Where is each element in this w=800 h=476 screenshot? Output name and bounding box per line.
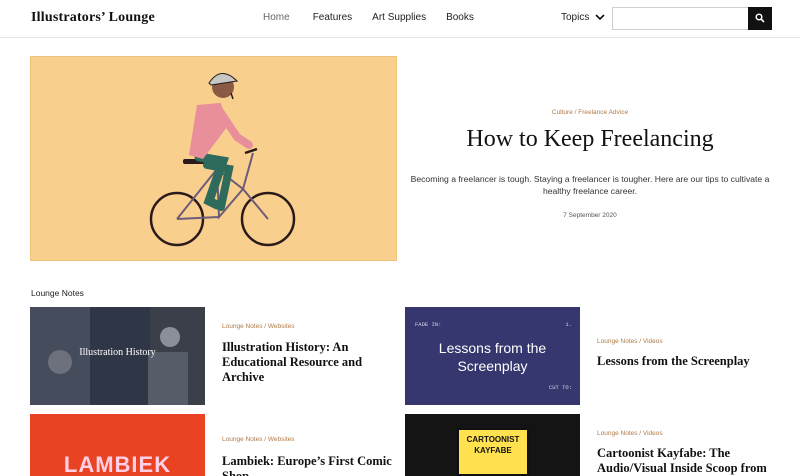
main-nav: Home Features Art Supplies Books <box>263 12 474 23</box>
card-thumbnail[interactable]: LAMBIEK <box>30 414 205 476</box>
search-button[interactable] <box>748 7 772 30</box>
card-thumbnail[interactable]: Illustration History <box>30 307 205 405</box>
hero-title[interactable]: How to Keep Freelancing <box>404 126 776 153</box>
nav-home[interactable]: Home <box>263 12 290 23</box>
card-title[interactable]: Lessons from the Screenplay <box>597 354 777 369</box>
nav-features[interactable]: Features <box>313 12 352 23</box>
thumb-corner-text: 1. <box>565 321 572 328</box>
card-category[interactable]: Lounge Notes / Videos <box>597 430 663 437</box>
hero-illustration[interactable] <box>30 56 397 261</box>
hero-date: 7 September 2020 <box>563 212 617 219</box>
topics-dropdown[interactable]: Topics <box>561 12 605 23</box>
thumb-corner-text: FADE IN: <box>415 321 442 328</box>
search-icon <box>755 10 765 28</box>
site-logo[interactable]: Illustrators’ Lounge <box>31 10 155 26</box>
card-title[interactable]: Illustration History: An Educational Res… <box>222 340 382 385</box>
thumb-corner-text: CUT TO: <box>548 384 572 391</box>
site-header: Illustrators’ Lounge Home Features Art S… <box>0 0 800 38</box>
card-title[interactable]: Cartoonist Kayfabe: The Audio/Visual Ins… <box>597 446 777 476</box>
nav-books[interactable]: Books <box>446 12 474 23</box>
card-title[interactable]: Lambiek: Europe’s First Comic Shop <box>222 454 402 476</box>
card-category[interactable]: Lounge Notes / Websites <box>222 323 295 330</box>
chevron-down-icon <box>595 14 605 21</box>
thumb-text: LAMBIEK <box>63 452 172 476</box>
thumb-text: CARTOONIST KAYFABE <box>457 428 529 476</box>
section-label: Lounge Notes <box>31 288 84 298</box>
search-input[interactable] <box>612 7 749 30</box>
nav-art-supplies[interactable]: Art Supplies <box>372 12 426 23</box>
hero-category[interactable]: Culture / Freelance Advice <box>404 109 776 116</box>
thumb-text: Lessons from the Screenplay <box>438 340 547 374</box>
hero-description: Becoming a freelancer is tough. Staying … <box>410 174 770 196</box>
card-category[interactable]: Lounge Notes / Videos <box>597 338 663 345</box>
thumb-text: Illustration History <box>79 347 156 358</box>
card-thumbnail[interactable]: CARTOONIST KAYFABE <box>405 414 580 476</box>
topics-label: Topics <box>561 12 590 23</box>
card-category[interactable]: Lounge Notes / Websites <box>222 436 295 443</box>
card-thumbnail[interactable]: FADE IN: 1. Lessons from the Screenplay … <box>405 307 580 405</box>
